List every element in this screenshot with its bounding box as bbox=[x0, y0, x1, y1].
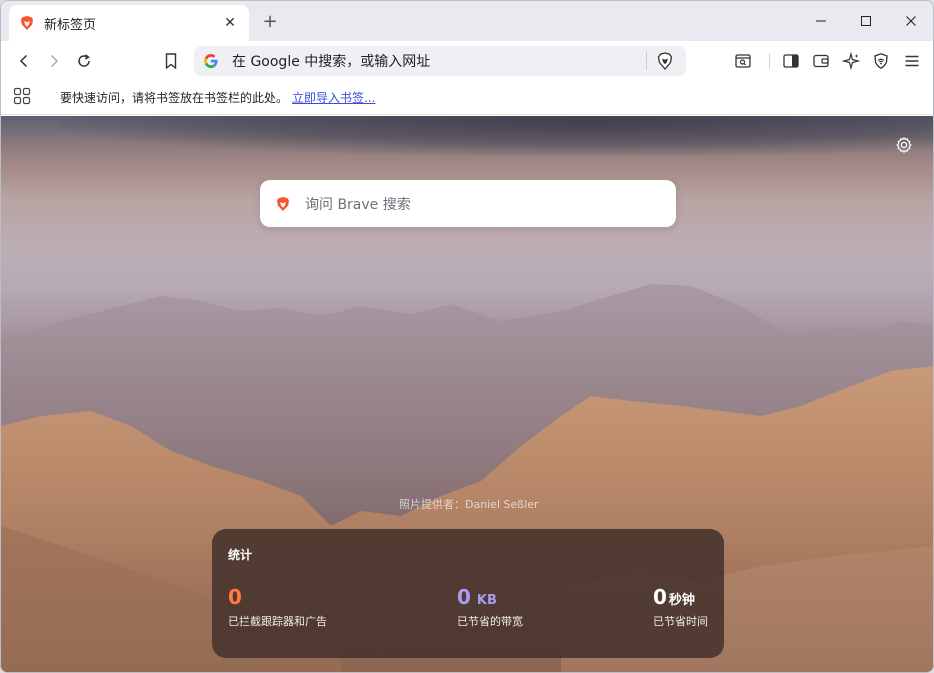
tab-search-icon bbox=[735, 54, 751, 68]
reload-button[interactable] bbox=[70, 47, 98, 75]
time-value: 0 bbox=[653, 585, 667, 609]
bandwidth-value: 0 bbox=[457, 585, 471, 609]
search-placeholder: 询问 Brave 搜索 bbox=[305, 196, 411, 213]
stat-bandwidth-saved: 0 KB 已节省的带宽 bbox=[457, 585, 523, 629]
forward-icon bbox=[50, 54, 59, 68]
bandwidth-label: 已节省的带宽 bbox=[457, 615, 523, 628]
brave-shields-icon[interactable] bbox=[657, 52, 673, 70]
close-window-button[interactable] bbox=[888, 1, 933, 41]
sidebar-icon bbox=[783, 54, 799, 68]
new-tab-page: 询问 Brave 搜索 照片提供者：Daniel Seßler 统计 0 已拦截… bbox=[1, 116, 933, 672]
import-bookmarks-link[interactable]: 立即导入书签... bbox=[292, 89, 375, 106]
sidebar-button[interactable] bbox=[777, 47, 805, 75]
vpn-button[interactable] bbox=[867, 47, 895, 75]
omnibox-text: 在 Google 中搜索，或输入网址 bbox=[232, 54, 431, 70]
wallet-button[interactable] bbox=[807, 47, 835, 75]
tab-search-button[interactable] bbox=[729, 47, 757, 75]
brave-search-box[interactable]: 询问 Brave 搜索 bbox=[260, 180, 676, 227]
back-icon bbox=[19, 54, 28, 68]
trackers-count: 0 bbox=[228, 585, 242, 609]
bookmark-page-button[interactable] bbox=[157, 47, 185, 75]
background-clouds bbox=[61, 116, 933, 156]
vpn-icon bbox=[874, 53, 888, 69]
menu-button[interactable] bbox=[898, 47, 926, 75]
time-unit: 秒钟 bbox=[668, 593, 695, 608]
brave-lion-icon bbox=[277, 196, 289, 211]
customize-button[interactable] bbox=[894, 135, 914, 155]
tab-close-icon[interactable]: ✕ bbox=[221, 14, 239, 32]
stat-time-saved: 0 秒钟 已节省时间 bbox=[653, 585, 708, 629]
bookmarks-bar-message: 要快速访问，请将书签放在书签栏的此处。 bbox=[60, 91, 289, 105]
stats-title: 统计 bbox=[228, 548, 253, 562]
omnibox-separator bbox=[646, 52, 647, 70]
browser-window: 新标签页 ✕ + 在 Google 中搜索，或输入网址 要快速访问，请将书签放在… bbox=[0, 0, 934, 673]
gear-icon bbox=[896, 136, 912, 154]
apps-grid-icon[interactable] bbox=[13, 87, 31, 105]
google-icon bbox=[204, 54, 218, 68]
bookmark-icon bbox=[165, 53, 177, 70]
minimize-icon bbox=[816, 20, 826, 22]
new-tab-button[interactable]: + bbox=[259, 10, 281, 32]
close-icon bbox=[906, 16, 916, 26]
back-button[interactable] bbox=[10, 47, 38, 75]
wallet-icon bbox=[813, 54, 829, 68]
tab-title: 新标签页 bbox=[44, 17, 97, 33]
leo-ai-icon bbox=[842, 52, 860, 70]
brave-lion-icon bbox=[21, 16, 33, 30]
reload-icon bbox=[78, 54, 90, 67]
toolbar-divider bbox=[769, 53, 770, 69]
photo-credit[interactable]: 照片提供者：Daniel Seßler bbox=[399, 496, 539, 512]
tab-new-tab[interactable]: 新标签页 ✕ bbox=[9, 5, 249, 41]
bandwidth-unit: KB bbox=[476, 593, 497, 608]
tab-strip: 新标签页 ✕ + bbox=[1, 1, 933, 41]
maximize-button[interactable] bbox=[843, 1, 889, 41]
stats-widget: 统计 0 已拦截跟踪器和广告 0 KB 已节省的带宽 0 秒钟 已节省时间 bbox=[212, 529, 724, 658]
address-bar[interactable]: 在 Google 中搜索，或输入网址 bbox=[194, 46, 686, 76]
leo-ai-button[interactable] bbox=[837, 47, 865, 75]
trackers-label: 已拦截跟踪器和广告 bbox=[228, 615, 327, 628]
menu-icon bbox=[905, 55, 919, 67]
stat-trackers-blocked: 0 已拦截跟踪器和广告 bbox=[228, 585, 327, 629]
minimize-button[interactable] bbox=[798, 1, 844, 41]
forward-button[interactable] bbox=[40, 47, 68, 75]
maximize-icon bbox=[861, 16, 871, 26]
time-label: 已节省时间 bbox=[653, 615, 708, 628]
